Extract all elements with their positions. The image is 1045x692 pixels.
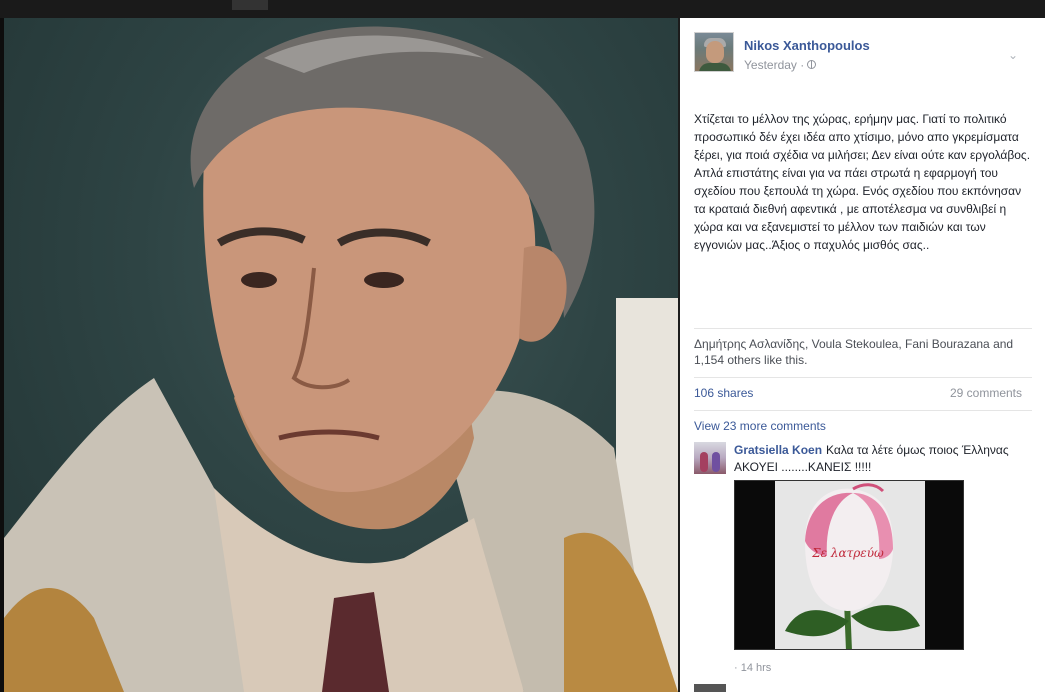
comment-body: Gratsiella Koen Καλα τα λέτε όμως ποιος Έ… — [734, 442, 1024, 476]
post-side-panel: Nikos Xanthopoulos Yesterday · ⌄ Χτίζετα… — [680, 18, 1045, 692]
divider — [694, 410, 1032, 411]
divider — [694, 377, 1032, 378]
image-caption: Σε λατρεύω — [811, 546, 884, 560]
background-post-ghost — [232, 0, 412, 12]
comments-count[interactable]: 29 comments — [950, 386, 1022, 400]
view-more-comments-link[interactable]: View 23 more comments — [694, 419, 826, 433]
next-commenter-avatar[interactable] — [694, 684, 726, 692]
globe-icon — [807, 60, 817, 69]
timestamp-text[interactable]: Yesterday · — [744, 58, 804, 72]
background-strip — [0, 0, 1045, 18]
comment-author-link[interactable]: Gratsiella Koen — [734, 443, 822, 457]
shares-link[interactable]: 106 shares — [694, 386, 753, 400]
post-header: Nikos Xanthopoulos Yesterday · ⌄ — [694, 32, 1034, 76]
comment-attached-image[interactable]: Σε λατρεύω — [734, 480, 964, 650]
post-text: Χτίζεται το μέλλον της χώρας, ερήμην μας… — [694, 112, 1031, 252]
author-avatar[interactable] — [694, 32, 734, 72]
author-name-link[interactable]: Nikos Xanthopoulos — [744, 38, 870, 53]
post-photo — [4, 18, 678, 692]
commenter-avatar[interactable] — [694, 442, 726, 474]
comment-time[interactable]: · 14 hrs — [734, 662, 771, 674]
chevron-down-icon[interactable]: ⌄ — [1006, 48, 1020, 62]
divider — [694, 328, 1032, 329]
post-timestamp[interactable]: Yesterday · — [744, 58, 817, 72]
likes-summary[interactable]: Δημήτρης Ασλανίδης, Voula Stekoulea, Fan… — [694, 336, 1032, 368]
